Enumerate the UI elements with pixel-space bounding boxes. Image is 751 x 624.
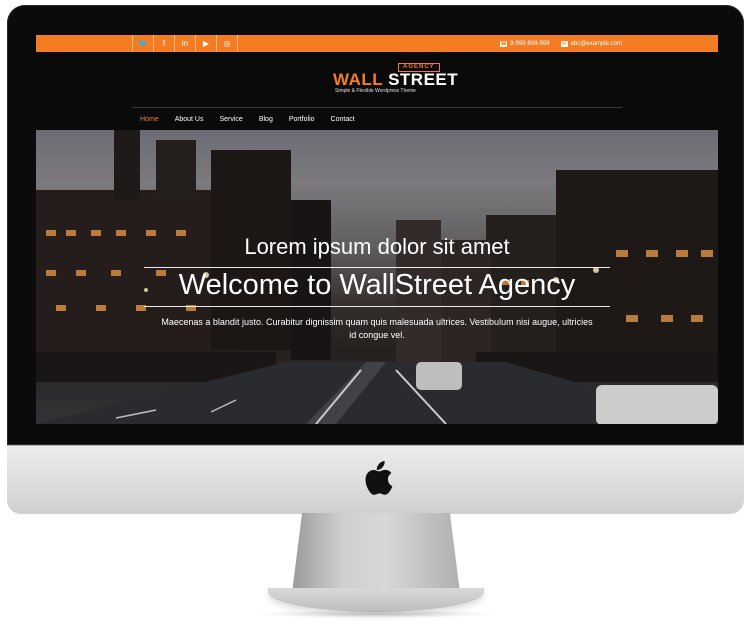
site-logo[interactable]: AGENCY WALL STREET Simple & Flexible Wor… bbox=[333, 63, 458, 99]
facebook-icon[interactable]: f bbox=[153, 35, 174, 52]
youtube-icon[interactable]: ▶ bbox=[195, 35, 216, 52]
top-bar: 🐦 f in ▶ ◎ ☎ 9-999-999-999 ✉ abc@example… bbox=[36, 35, 718, 52]
website-screen: 🐦 f in ▶ ◎ ☎ 9-999-999-999 ✉ abc@example… bbox=[36, 35, 718, 424]
nav-item-service[interactable]: Service bbox=[211, 108, 250, 131]
logo-tagline: Simple & Flexible Wordpress Theme bbox=[335, 88, 416, 94]
phone-icon: ☎ bbox=[500, 40, 508, 47]
nav-item-contact[interactable]: Contact bbox=[323, 108, 363, 131]
linkedin-icon[interactable]: in bbox=[174, 35, 195, 52]
social-links: 🐦 f in ▶ ◎ bbox=[132, 35, 238, 52]
nav-item-about-us[interactable]: About Us bbox=[167, 108, 212, 131]
email-icon: ✉ bbox=[560, 40, 568, 47]
twitter-icon[interactable]: 🐦 bbox=[132, 35, 153, 52]
hero-text: Maecenas a blandit justo. Curabitur dign… bbox=[161, 317, 593, 340]
apple-logo-icon bbox=[365, 461, 393, 495]
hero-slider: Lorem ipsum dolor sit amet Welcome to Wa… bbox=[36, 130, 718, 424]
monitor-stand-base bbox=[268, 588, 484, 612]
hero-divider-bottom bbox=[144, 306, 610, 307]
floor-shadow bbox=[250, 610, 502, 618]
phone-number[interactable]: 9-999-999-999 bbox=[510, 41, 549, 47]
nav-item-home[interactable]: Home bbox=[132, 108, 167, 131]
hero-divider-top bbox=[144, 267, 610, 268]
monitor-stand bbox=[292, 513, 460, 593]
main-nav: Home About Us Service Blog Portfolio Con… bbox=[132, 107, 622, 131]
nav-item-portfolio[interactable]: Portfolio bbox=[281, 108, 323, 131]
hero-title: Welcome to WallStreet Agency bbox=[178, 269, 576, 301]
logo-name: WALL STREET bbox=[333, 70, 459, 89]
email-address[interactable]: abc@example.com bbox=[571, 41, 622, 47]
nav-item-blog[interactable]: Blog bbox=[251, 108, 281, 131]
instagram-icon[interactable]: ◎ bbox=[216, 35, 238, 52]
contact-info: ☎ 9-999-999-999 ✉ abc@example.com bbox=[494, 35, 622, 52]
hero-subtitle: Lorem ipsum dolor sit amet bbox=[244, 234, 510, 259]
